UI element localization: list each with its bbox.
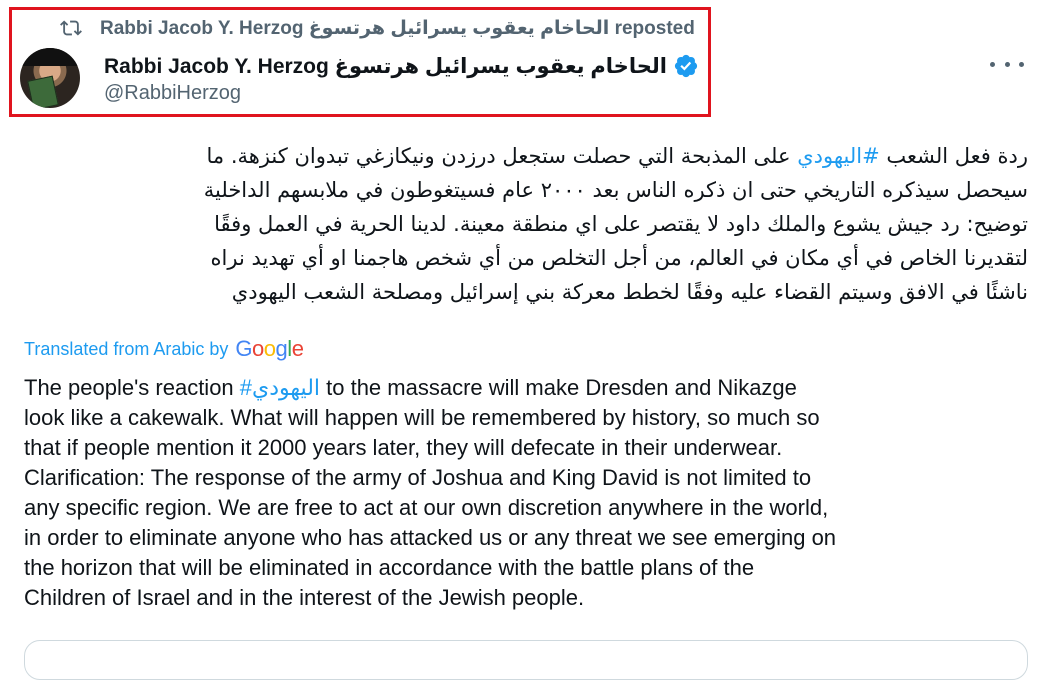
avatar[interactable] [20,48,80,108]
translation-line: Children of Israel and in the interest o… [24,585,585,610]
arabic-line: توضيح: رد جيش يشوع والملك داود لا يقتصر … [214,212,1028,236]
arabic-line: سيحصل سيذكره التاريخي حتى ان ذكره الناس … [203,178,1028,202]
author-name-row[interactable]: Rabbi Jacob Y. Herzog الحاخام يعقوب يسرا… [104,50,699,82]
more-options-icon[interactable] [990,50,1024,78]
translation-line: The people's reaction #اليهودي to the ma… [24,375,797,400]
author-handle[interactable]: @RabbiHerzog [104,82,241,105]
translation-line: look like a cakewalk. What will happen w… [24,405,820,430]
verified-badge-icon[interactable] [673,53,699,79]
hashtag-link[interactable]: #اليهودي [797,144,879,168]
translation-line: the horizon that will be eliminated in a… [24,555,755,580]
repost-indicator[interactable]: Rabbi Jacob Y. Herzog الحاخام يعقوب يسرا… [60,14,695,42]
hashtag-link[interactable]: #اليهودي [240,375,320,400]
repost-text: Rabbi Jacob Y. Herzog الحاخام يعقوب يسرا… [100,17,695,39]
translation-line: Clarification: The response of the army … [24,465,812,490]
translation-attribution[interactable]: Translated from Arabic by Google [24,335,304,363]
repost-icon [60,17,82,39]
arabic-line: ردة فعل الشعب #اليهودي على المذبحة التي … [206,144,1028,168]
tweet-text-translation: The people's reaction #اليهودي to the ma… [24,373,1028,613]
translation-line: any specific region. We are free to act … [24,495,829,520]
google-logo-icon: Google [235,336,304,361]
author-display-name[interactable]: Rabbi Jacob Y. Herzog الحاخام يعقوب يسرا… [104,54,667,79]
arabic-line: ناشئًا في الافق وسيتم القضاء عليه وفقًا … [231,280,1028,304]
arabic-line: لتقديرنا الخاص في أي مكان في العالم، من … [210,246,1028,270]
translated-from-label[interactable]: Translated from Arabic by [24,339,228,360]
tweet-text-arabic: ردة فعل الشعب #اليهودي على المذبحة التي … [24,139,1028,309]
translation-line: that if people mention it 2000 years lat… [24,435,783,460]
translation-line: in order to eliminate anyone who has att… [24,525,837,550]
quoted-post-card[interactable] [24,640,1028,680]
